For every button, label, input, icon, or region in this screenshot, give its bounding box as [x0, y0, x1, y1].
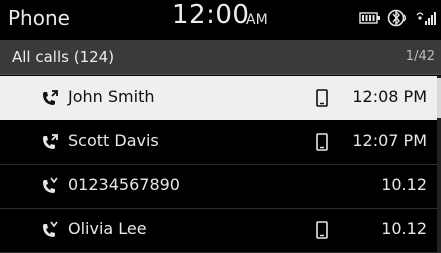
- clock: 12:00: [172, 0, 250, 30]
- contact-name: Olivia Lee: [68, 219, 147, 238]
- phone-device-icon: [316, 221, 328, 243]
- call-list-header: All calls (124) 1/42: [0, 40, 441, 75]
- contact-name: 01234567890: [68, 175, 180, 194]
- list-item[interactable]: John Smith 12:08 PM: [0, 76, 441, 120]
- call-time: 10.12: [381, 175, 427, 194]
- signal-icon: [415, 9, 437, 27]
- call-time: 12:08 PM: [352, 87, 427, 106]
- call-list: John Smith 12:08 PM Scott Davis 12:07 PM: [0, 76, 441, 253]
- list-item[interactable]: 01234567890 10.12: [0, 164, 441, 209]
- outgoing-call-icon: [40, 89, 60, 111]
- call-time: 10.12: [381, 219, 427, 238]
- contact-name: John Smith: [68, 87, 155, 106]
- outgoing-call-icon: [40, 133, 60, 155]
- status-icons: [359, 8, 437, 28]
- list-title: All calls (124): [12, 48, 115, 66]
- clock-ampm: AM: [246, 12, 268, 28]
- list-item[interactable]: Scott Davis 12:07 PM: [0, 120, 441, 165]
- list-item[interactable]: Olivia Lee 10.12: [0, 208, 441, 253]
- missed-call-icon: [40, 221, 60, 243]
- phone-device-icon: [316, 133, 328, 155]
- missed-call-icon: [40, 177, 60, 199]
- battery-icon: [359, 12, 381, 24]
- app-title: Phone: [8, 6, 70, 30]
- contact-name: Scott Davis: [68, 131, 159, 150]
- bluetooth-phone-icon: [387, 8, 409, 28]
- status-bar: Phone 12:00 AM: [0, 0, 441, 40]
- phone-device-icon: [316, 89, 328, 111]
- scrollbar-thumb[interactable]: [437, 78, 441, 118]
- call-time: 12:07 PM: [352, 131, 427, 150]
- page-indicator: 1/42: [405, 49, 435, 64]
